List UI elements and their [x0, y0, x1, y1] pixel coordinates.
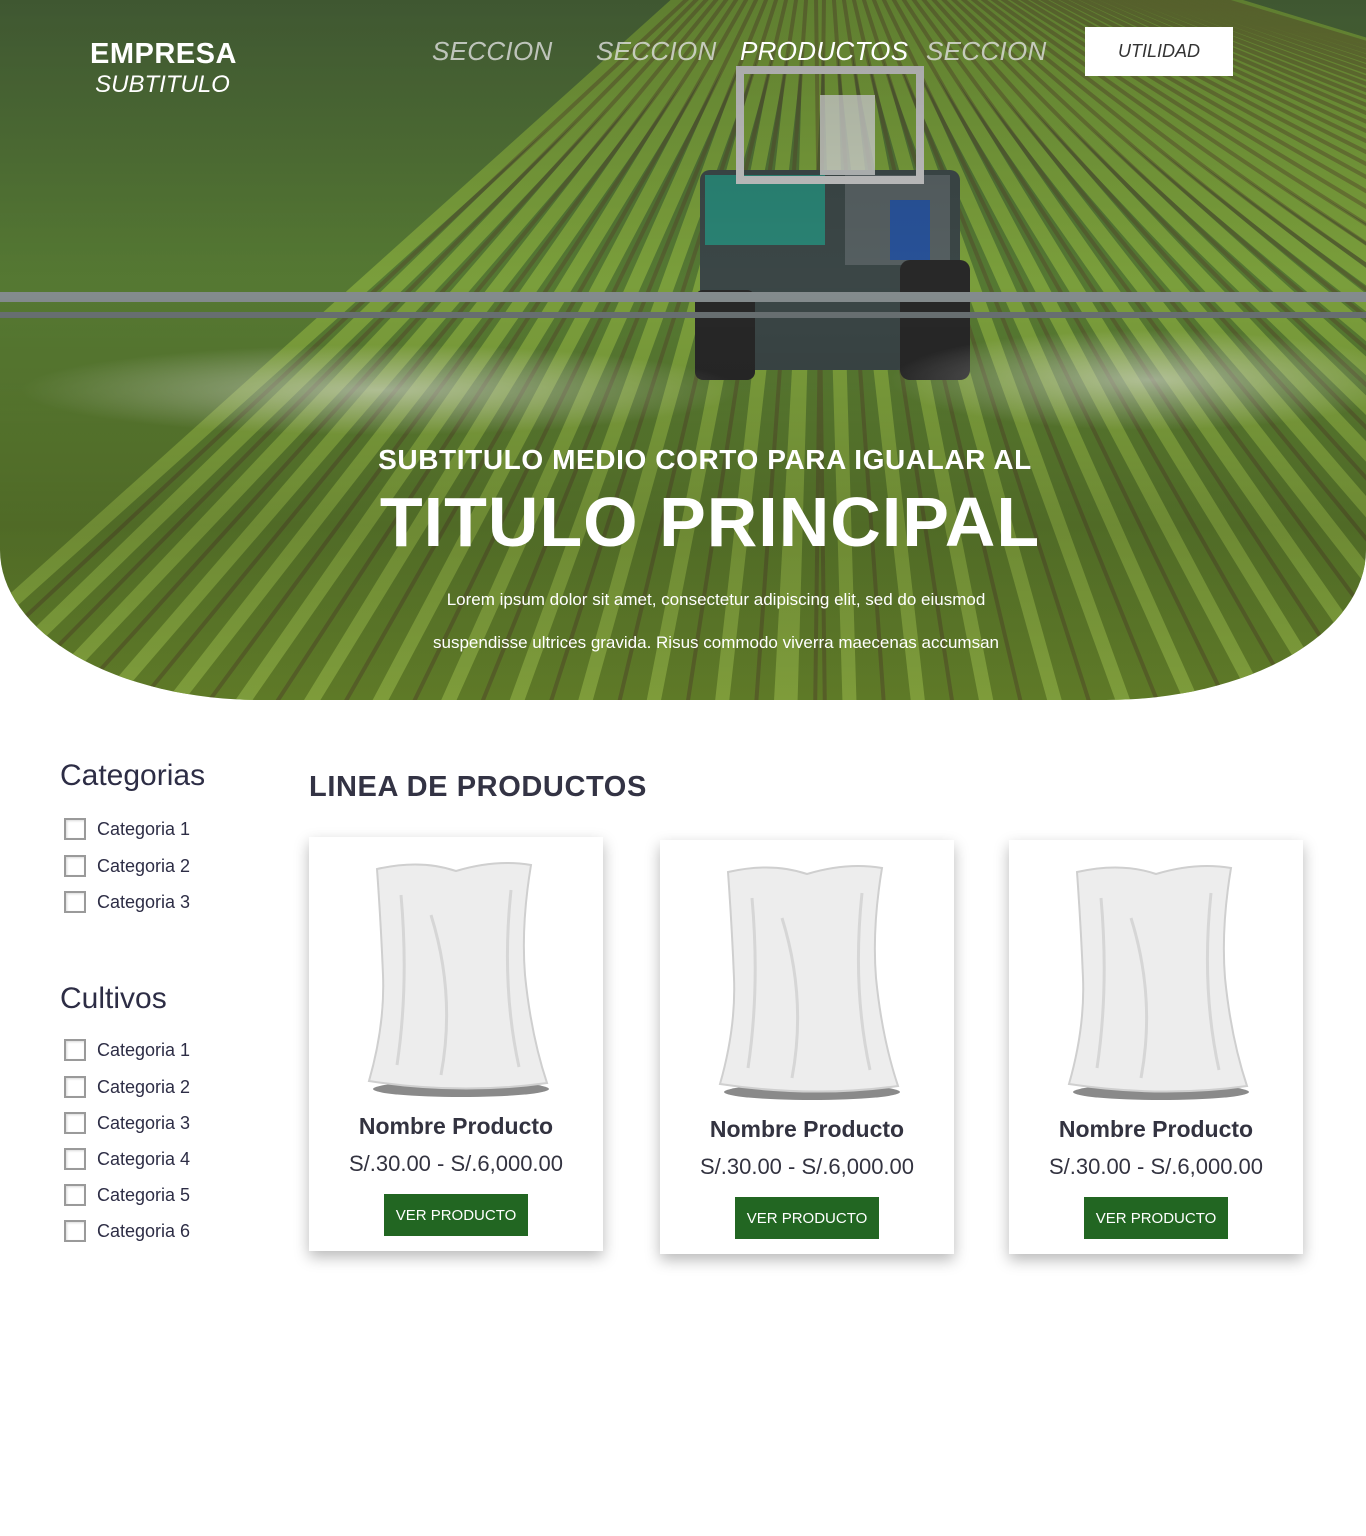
- brand-subtitle: SUBTITULO: [95, 71, 230, 98]
- filter-label: Categoria 6: [97, 1220, 191, 1241]
- nav-link-seccion-2[interactable]: SECCION: [596, 36, 717, 67]
- product-bag-image: [718, 865, 900, 1100]
- checkbox[interactable]: [64, 1220, 86, 1242]
- product-bag-image: [1067, 865, 1249, 1100]
- product-price: S/.30.00 - S/.6,000.00: [348, 1151, 564, 1176]
- nav-link-seccion-1[interactable]: SECCION: [432, 36, 553, 67]
- filter-title-categorias: Categorias: [60, 759, 206, 792]
- hero-description: Lorem ipsum dolor sit amet, consectetur …: [0, 578, 1366, 664]
- filter-label: Categoria 1: [97, 818, 191, 839]
- filter-label: Categoria 1: [97, 1039, 191, 1060]
- checkbox[interactable]: [64, 1076, 86, 1098]
- filter-option-cultivo-2[interactable]: Categoria 2: [64, 1075, 190, 1099]
- product-name: Nombre Producto: [709, 1116, 905, 1142]
- filter-option-cultivo-5[interactable]: Categoria 5: [64, 1183, 190, 1207]
- filter-label: Categoria 4: [97, 1148, 191, 1169]
- filter-option-cultivo-3[interactable]: Categoria 3: [64, 1111, 190, 1135]
- product-bag-image: [367, 862, 549, 1097]
- hero-description-line-2: suspendisse ultrices gravida. Risus comm…: [433, 633, 999, 652]
- filter-option-cultivo-4[interactable]: Categoria 4: [64, 1147, 190, 1171]
- product-card[interactable]: Nombre Producto S/.30.00 - S/.6,000.00 V…: [309, 837, 603, 1251]
- checkbox[interactable]: [64, 891, 86, 913]
- filter-label: Categoria 5: [97, 1184, 191, 1205]
- checkbox[interactable]: [64, 855, 86, 877]
- hero-title: TITULO PRINCIPAL: [379, 483, 1041, 561]
- view-product-button[interactable]: VER PRODUCTO: [384, 1194, 528, 1236]
- filter-label: Categoria 2: [97, 855, 191, 876]
- hero-kicker: SUBTITULO MEDIO CORTO PARA IGUALAR AL: [378, 444, 1032, 475]
- checkbox[interactable]: [64, 1184, 86, 1206]
- filter-group-categorias: Categorias Categoria 1 Categoria 2 Categ…: [60, 758, 280, 928]
- filter-option-categoria-1[interactable]: Categoria 1: [64, 817, 190, 841]
- checkbox[interactable]: [64, 1148, 86, 1170]
- filter-option-categoria-3[interactable]: Categoria 3: [64, 890, 190, 914]
- filter-title-cultivos: Cultivos: [60, 982, 167, 1015]
- product-price: S/.30.00 - S/.6,000.00: [1048, 1154, 1264, 1179]
- filter-label: Categoria 2: [97, 1076, 191, 1097]
- checkbox[interactable]: [64, 1112, 86, 1134]
- filter-label: Categoria 3: [97, 891, 191, 912]
- filter-option-categoria-2[interactable]: Categoria 2: [64, 854, 190, 878]
- filter-option-cultivo-1[interactable]: Categoria 1: [64, 1038, 190, 1062]
- filter-group-cultivos: Cultivos Categoria 1 Categoria 2 Categor…: [60, 981, 280, 1261]
- product-price: S/.30.00 - S/.6,000.00: [699, 1154, 915, 1179]
- product-name: Nombre Producto: [1058, 1116, 1254, 1142]
- filter-label: Categoria 3: [97, 1112, 191, 1133]
- section-title: LINEA DE PRODUCTOS: [309, 771, 647, 803]
- product-card[interactable]: Nombre Producto S/.30.00 - S/.6,000.00 V…: [660, 840, 954, 1254]
- checkbox[interactable]: [64, 1039, 86, 1061]
- hero-banner: EMPRESA SUBTITULO SECCION SECCION PRODUC…: [0, 0, 1366, 700]
- checkbox[interactable]: [64, 818, 86, 840]
- hero-description-line-1: Lorem ipsum dolor sit amet, consectetur …: [446, 590, 986, 609]
- view-product-button[interactable]: VER PRODUCTO: [1084, 1197, 1228, 1239]
- product-name: Nombre Producto: [358, 1113, 554, 1139]
- nav-link-productos[interactable]: PRODUCTOS: [740, 36, 908, 67]
- view-product-button[interactable]: VER PRODUCTO: [735, 1197, 879, 1239]
- filter-option-cultivo-6[interactable]: Categoria 6: [64, 1219, 190, 1243]
- product-card[interactable]: Nombre Producto S/.30.00 - S/.6,000.00 V…: [1009, 840, 1303, 1254]
- utility-button[interactable]: UTILIDAD: [1085, 27, 1233, 76]
- nav-link-seccion-3[interactable]: SECCION: [926, 36, 1047, 67]
